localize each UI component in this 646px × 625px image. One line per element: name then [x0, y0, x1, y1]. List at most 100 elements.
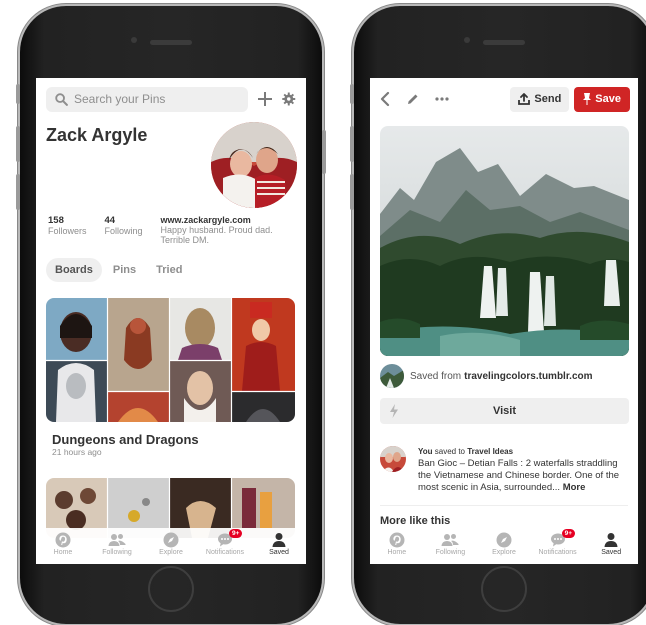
- search-placeholder: Search your Pins: [74, 92, 166, 106]
- bottom-nav: Home Following Explore 9+ Notifications …: [36, 528, 306, 564]
- section-divider: [380, 505, 628, 506]
- nav-home[interactable]: Home: [40, 532, 86, 556]
- save-label: Save: [595, 93, 621, 105]
- volume-up-button: [350, 126, 354, 162]
- activity-action: saved to: [434, 447, 465, 456]
- followers-label: Followers: [48, 226, 87, 236]
- saved-from-row[interactable]: Saved from travelingcolors.tumblr.com: [380, 364, 593, 388]
- search-icon: [55, 92, 68, 106]
- edit-pencil-icon[interactable]: [406, 92, 420, 106]
- gear-icon[interactable]: [282, 92, 296, 106]
- plus-icon[interactable]: [257, 91, 273, 107]
- home-button: [148, 566, 194, 612]
- nav-following[interactable]: Following: [94, 532, 140, 556]
- nav-saved[interactable]: Saved: [588, 532, 634, 556]
- volume-down-button: [350, 174, 354, 210]
- nav-home[interactable]: Home: [374, 532, 420, 556]
- mute-switch: [350, 84, 354, 104]
- nav-saved[interactable]: Saved: [256, 532, 302, 556]
- saved-from-source[interactable]: travelingcolors.tumblr.com: [464, 371, 592, 382]
- lightning-bolt-icon: [390, 404, 398, 418]
- more-link[interactable]: More: [563, 482, 586, 493]
- tab-pins[interactable]: Pins: [104, 258, 145, 282]
- source-avatar: [380, 364, 404, 388]
- send-label: Send: [534, 93, 562, 105]
- power-button: [322, 130, 326, 174]
- home-button: [481, 566, 527, 612]
- pin-description: Ban Gioc – Detian Falls : 2 waterfalls s…: [418, 458, 620, 493]
- nav-explore[interactable]: Explore: [481, 532, 527, 556]
- save-button[interactable]: Save: [574, 86, 630, 112]
- board-title[interactable]: Dungeons and Dragons: [52, 432, 199, 447]
- search-input[interactable]: Search your Pins: [46, 86, 248, 112]
- pin-image[interactable]: [380, 126, 629, 356]
- compass-icon: [496, 532, 512, 548]
- tab-boards[interactable]: Boards: [46, 258, 102, 282]
- nav-notifications[interactable]: 9+ Notifications: [535, 529, 581, 556]
- nav-following-label: Following: [435, 549, 466, 556]
- following-stat[interactable]: 44 Following: [105, 215, 143, 245]
- tab-tried[interactable]: Tried: [147, 258, 191, 282]
- board-cover[interactable]: [46, 298, 295, 422]
- profile-stats: 158 Followers 44 Following www.zackargyl…: [48, 215, 298, 245]
- nav-saved-label: Saved: [269, 549, 289, 556]
- volume-up-button: [16, 126, 20, 162]
- nav-explore-label: Explore: [159, 549, 183, 556]
- visit-label: Visit: [492, 405, 517, 417]
- activity-text: You saved to Travel Ideas Ban Gioc – Det…: [418, 446, 630, 494]
- website-link[interactable]: www.zackargyle.com: [161, 215, 283, 225]
- profile-avatar[interactable]: [211, 122, 297, 208]
- phone-frame-right: Send Save Saved from travelingcolors.tum…: [350, 6, 646, 624]
- nav-explore-label: Explore: [492, 549, 516, 556]
- volume-down-button: [16, 174, 20, 210]
- following-label: Following: [104, 226, 143, 236]
- back-chevron-icon[interactable]: [378, 91, 392, 107]
- phone-frame-left: Search your Pins Zack Argyle 158 Followe…: [16, 6, 326, 624]
- nav-notifications-label: Notifications: [205, 549, 245, 556]
- nav-following-label: Following: [102, 549, 132, 556]
- bottom-nav: Home Following Explore 9+ Notifications …: [370, 528, 638, 564]
- nav-notifications[interactable]: 9+ Notifications: [202, 529, 248, 556]
- pin-screen: Send Save Saved from travelingcolors.tum…: [370, 78, 638, 564]
- saved-from-prefix: Saved from: [410, 370, 462, 382]
- profile-website-bio: www.zackargyle.com Happy husband. Proud …: [161, 215, 283, 245]
- profile-tabs: Boards Pins Tried: [46, 258, 193, 282]
- nav-following[interactable]: Following: [427, 532, 473, 556]
- person-icon: [604, 533, 618, 547]
- more-options-icon[interactable]: [434, 96, 450, 102]
- front-camera: [131, 37, 137, 43]
- people-icon: [108, 534, 126, 546]
- visit-button[interactable]: Visit: [380, 398, 629, 424]
- profile-name: Zack Argyle: [46, 125, 148, 145]
- pin-toolbar: Send Save: [378, 86, 630, 112]
- notification-badge: 9+: [229, 529, 243, 538]
- pushpin-icon: [583, 93, 592, 105]
- mute-switch: [16, 84, 20, 104]
- followers-stat[interactable]: 158 Followers: [48, 215, 87, 245]
- person-icon: [272, 533, 286, 547]
- profile-bio: Happy husband. Proud dad. Terrible DM.: [160, 225, 273, 245]
- notification-badge: 9+: [561, 529, 575, 538]
- pin-activity: You saved to Travel Ideas Ban Gioc – Det…: [380, 446, 630, 494]
- activity-header: You saved to Travel Ideas: [418, 446, 630, 458]
- profile-screen: Search your Pins Zack Argyle 158 Followe…: [36, 78, 306, 564]
- nav-home-label: Home: [387, 549, 407, 556]
- earpiece-speaker: [150, 40, 192, 45]
- nav-home-label: Home: [53, 549, 73, 556]
- earpiece-speaker: [483, 40, 525, 45]
- activity-board[interactable]: Travel Ideas: [467, 447, 513, 456]
- pinterest-icon: [55, 532, 71, 548]
- nav-explore[interactable]: Explore: [148, 532, 194, 556]
- pinterest-icon: [389, 532, 405, 548]
- board-time: 21 hours ago: [52, 447, 102, 457]
- nav-saved-label: Saved: [601, 549, 622, 556]
- nav-notifications-label: Notifications: [538, 549, 577, 556]
- people-icon: [441, 534, 459, 546]
- send-button[interactable]: Send: [510, 86, 570, 112]
- activity-user[interactable]: You: [418, 447, 433, 456]
- user-avatar[interactable]: [380, 446, 406, 472]
- following-count: 44: [104, 215, 116, 226]
- top-bar: Search your Pins: [46, 86, 296, 112]
- share-upload-icon: [518, 93, 531, 105]
- compass-icon: [163, 532, 179, 548]
